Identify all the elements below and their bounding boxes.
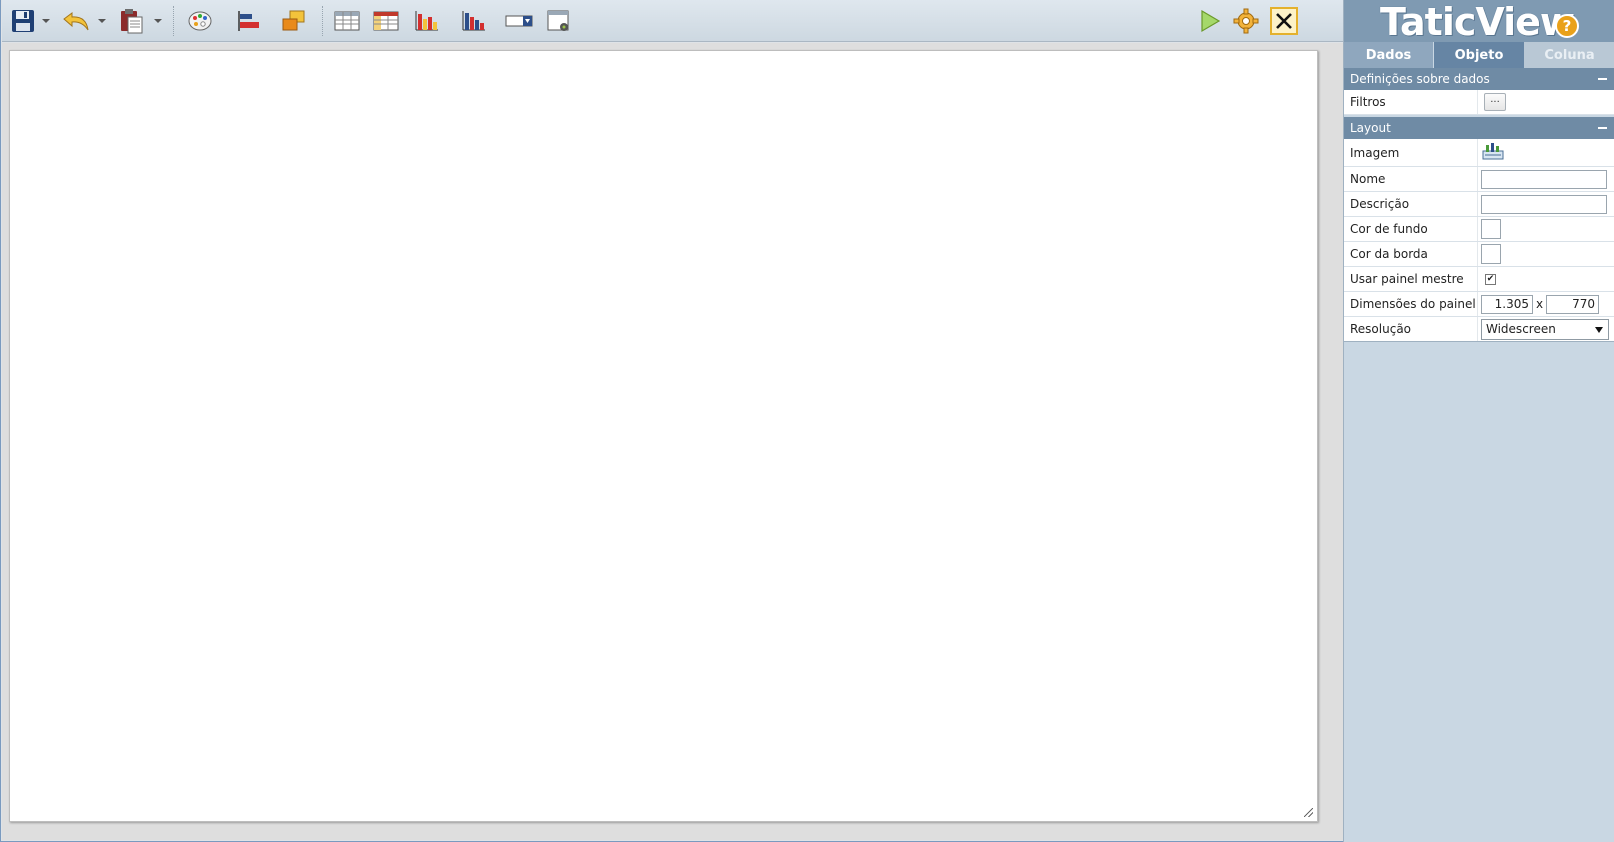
prop-row-dimensoes: Dimensões do painel 1.305 x 770 (1344, 292, 1614, 317)
prop-row-cor-borda: Cor da borda (1344, 242, 1614, 267)
paste-icon (121, 9, 143, 34)
toolbar-separator (322, 6, 323, 36)
section-layout[interactable]: Layout (1344, 117, 1614, 139)
insert-filter-button[interactable] (503, 5, 535, 37)
palette-icon (188, 11, 212, 31)
panel-height-input[interactable]: 770 (1546, 295, 1599, 314)
tab-coluna[interactable]: Coluna (1524, 42, 1614, 68)
close-button[interactable] (1268, 5, 1300, 37)
undo-icon (63, 12, 89, 31)
close-icon (1270, 7, 1298, 35)
prop-row-nome: Nome (1344, 167, 1614, 192)
save-dropdown-caret[interactable] (42, 19, 50, 23)
collapse-icon[interactable] (1598, 127, 1607, 129)
tab-dados[interactable]: Dados (1344, 42, 1434, 68)
prop-label: Filtros (1350, 95, 1386, 109)
bar-chart-icon (415, 11, 438, 31)
tab-objeto[interactable]: Objeto (1434, 42, 1524, 68)
prop-label: Dimensões do painel (1350, 297, 1476, 311)
insert-table-button[interactable] (331, 5, 363, 37)
section-title: Definições sobre dados (1350, 72, 1490, 86)
panel-width-input[interactable]: 1.305 (1481, 295, 1533, 314)
paste-button[interactable] (116, 5, 148, 37)
resolution-value: Widescreen (1486, 322, 1556, 336)
insert-column-chart-button[interactable] (458, 5, 490, 37)
crosstab-icon (373, 11, 399, 31)
panel-settings-icon (547, 10, 569, 31)
align-icon (238, 11, 259, 31)
style-button[interactable] (185, 5, 217, 37)
settings-button[interactable] (1230, 5, 1262, 37)
collapse-icon[interactable] (1598, 78, 1607, 80)
design-area (2, 43, 1343, 840)
play-icon (1201, 9, 1221, 33)
save-button[interactable] (7, 5, 39, 37)
dimension-separator: x (1536, 297, 1544, 311)
prop-label: Imagem (1350, 146, 1400, 160)
prop-row-filtros: Filtros ... (1344, 90, 1614, 115)
paste-dropdown-caret[interactable] (154, 19, 162, 23)
column-chart-icon (462, 11, 485, 31)
prop-label: Cor da borda (1350, 247, 1428, 261)
image-picker-icon[interactable] (1482, 142, 1504, 160)
prop-row-usar-painel: Usar painel mestre ✔ (1344, 267, 1614, 292)
toolbar-separator (173, 6, 174, 36)
toolbar (2, 0, 1343, 42)
prop-label: Resolução (1350, 322, 1412, 336)
align-button[interactable] (233, 5, 265, 37)
prop-label: Nome (1350, 172, 1386, 186)
description-input[interactable] (1481, 195, 1607, 214)
undo-dropdown-caret[interactable] (98, 19, 106, 23)
help-icon[interactable]: ? (1555, 14, 1579, 38)
master-panel-checkbox[interactable]: ✔ (1485, 274, 1496, 285)
arrange-button[interactable] (278, 5, 310, 37)
app-window: TaticView ? Dados Objeto Coluna Definiçõ… (0, 0, 1614, 842)
insert-bar-chart-button[interactable] (411, 5, 443, 37)
border-color-picker[interactable] (1481, 244, 1501, 264)
arrange-icon (282, 10, 305, 31)
prop-label: Cor de fundo (1350, 222, 1428, 236)
filters-button[interactable]: ... (1484, 93, 1506, 111)
brand-logo: TaticView (1380, 0, 1575, 44)
name-input[interactable] (1481, 170, 1607, 189)
save-icon (12, 10, 34, 32)
brand-header: TaticView ? (1344, 0, 1614, 42)
prop-row-imagem: Imagem (1344, 139, 1614, 167)
prop-row-resolucao: Resolução Widescreen (1344, 317, 1614, 342)
prop-label: Usar painel mestre (1350, 272, 1464, 286)
properties-panel: TaticView ? Dados Objeto Coluna Definiçõ… (1343, 0, 1614, 842)
prop-label: Descrição (1350, 197, 1410, 211)
section-title: Layout (1350, 121, 1391, 135)
prop-row-descricao: Descrição (1344, 192, 1614, 217)
gear-icon (1233, 8, 1259, 34)
insert-crosstab-button[interactable] (370, 5, 402, 37)
background-color-picker[interactable] (1481, 219, 1501, 239)
section-data-definitions[interactable]: Definições sobre dados (1344, 68, 1614, 90)
chevron-down-icon (1595, 327, 1603, 333)
resize-grip-icon[interactable] (1304, 808, 1313, 817)
dashboard-canvas[interactable] (9, 50, 1318, 822)
resolution-select[interactable]: Widescreen (1481, 319, 1609, 340)
undo-button[interactable] (60, 5, 92, 37)
panel-tabs: Dados Objeto Coluna (1344, 42, 1614, 68)
prop-row-cor-fundo: Cor de fundo (1344, 217, 1614, 242)
dropdown-filter-icon (505, 15, 533, 27)
table-icon (334, 11, 360, 31)
insert-panel-button[interactable] (543, 5, 575, 37)
preview-button[interactable] (1193, 5, 1225, 37)
